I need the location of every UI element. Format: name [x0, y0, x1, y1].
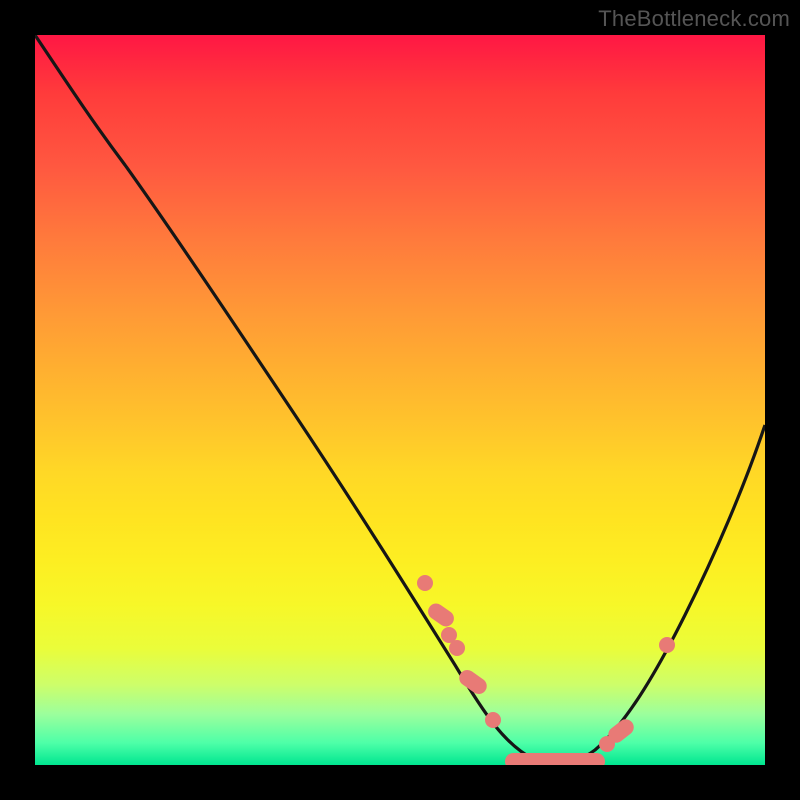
- data-marker: [485, 712, 501, 728]
- chart-background: [35, 35, 765, 765]
- series-curve: [35, 35, 765, 764]
- data-marker-valley: [505, 753, 605, 765]
- data-marker: [449, 640, 465, 656]
- data-marker: [417, 575, 433, 591]
- data-marker: [659, 637, 675, 653]
- watermark: TheBottleneck.com: [598, 6, 790, 32]
- curve-svg: [35, 35, 765, 765]
